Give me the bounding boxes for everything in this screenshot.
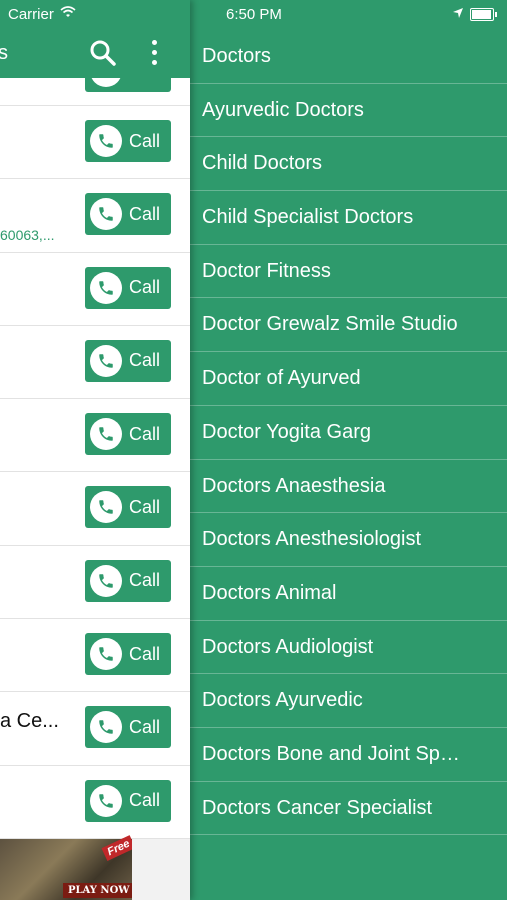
list-item[interactable]: Call xyxy=(0,399,190,473)
phone-icon xyxy=(90,125,122,157)
call-button[interactable]: Call xyxy=(85,706,171,749)
search-icon[interactable] xyxy=(88,38,118,68)
phone-icon xyxy=(90,638,122,671)
list-item[interactable]: Call xyxy=(0,766,190,839)
call-button[interactable]: Call xyxy=(85,193,171,236)
status-bar-right: 6:50 PM xyxy=(190,0,507,30)
location-arrow-icon xyxy=(452,6,464,24)
list-item[interactable]: Call xyxy=(0,472,190,546)
drawer-item[interactable]: Doctors Audiologist xyxy=(190,621,507,675)
list-item[interactable]: 60063,... Call xyxy=(0,179,190,253)
main-panel: Carrier s Call 60063,... Call Call Call … xyxy=(0,0,190,900)
drawer-item[interactable]: Doctors Ayurvedic xyxy=(190,674,507,728)
drawer-item[interactable]: Child Doctors xyxy=(190,137,507,192)
call-label: Call xyxy=(129,570,161,591)
phone-icon xyxy=(90,198,122,231)
page-title: s xyxy=(0,42,8,64)
list-item[interactable]: Call xyxy=(0,619,190,693)
phone-icon xyxy=(90,711,122,744)
call-button[interactable]: Call xyxy=(85,78,171,92)
battery-icon xyxy=(470,8,497,21)
contact-list: Call Call 60063,... Call Call xyxy=(0,78,190,839)
phone-icon xyxy=(90,78,122,87)
call-label: Call xyxy=(129,78,160,82)
list-item[interactable]: Call xyxy=(0,253,190,326)
list-item: Call xyxy=(0,78,190,106)
phone-icon xyxy=(90,784,122,817)
drawer-item[interactable]: Doctor Yogita Garg xyxy=(190,406,507,460)
call-label: Call xyxy=(129,790,161,811)
drawer-item[interactable]: Doctors xyxy=(190,30,507,84)
ad-blank xyxy=(132,839,190,900)
call-label: Call xyxy=(129,350,161,371)
call-label: Call xyxy=(129,203,161,224)
list-item[interactable]: Call xyxy=(0,326,190,400)
drawer-item[interactable]: Doctors Animal xyxy=(190,567,507,621)
phone-icon xyxy=(90,271,122,304)
phone-icon xyxy=(90,344,122,377)
phone-icon xyxy=(90,418,122,451)
call-label: Call xyxy=(129,130,161,151)
drawer-item[interactable]: Doctors Cancer Specialist xyxy=(190,782,507,836)
call-button[interactable]: Call xyxy=(85,559,171,602)
call-label: Call xyxy=(129,643,161,664)
ad-play-now[interactable]: PLAY NOW xyxy=(63,883,135,898)
call-label: Call xyxy=(129,423,161,444)
drawer-item[interactable]: Doctor Grewalz Smile Studio xyxy=(190,298,507,353)
app-bar: Carrier s xyxy=(0,0,190,78)
list-item[interactable]: Call xyxy=(0,546,190,620)
call-button[interactable]: Call xyxy=(85,413,171,456)
drawer-list: Doctors Ayurvedic Doctors Child Doctors … xyxy=(190,30,507,836)
drawer-item[interactable]: Doctors Anesthesiologist xyxy=(190,513,507,567)
drawer-item[interactable]: Doctor of Ayurved xyxy=(190,352,507,406)
call-button[interactable]: Call xyxy=(85,339,171,382)
category-drawer: 6:50 PM Doctors Ayurvedic Doctors Child … xyxy=(190,0,507,900)
call-label: Call xyxy=(129,277,161,298)
drawer-item[interactable]: Doctors Anaesthesia xyxy=(190,460,507,514)
call-button[interactable]: Call xyxy=(85,633,171,676)
phone-icon xyxy=(90,491,122,524)
call-button[interactable]: Call xyxy=(85,120,171,162)
list-item[interactable]: Call xyxy=(0,106,190,180)
ad-banner[interactable]: Free PLAY NOW xyxy=(0,835,190,900)
call-label: Call xyxy=(129,716,161,737)
listing-name: a Ce... xyxy=(0,710,59,733)
wifi-icon xyxy=(60,5,76,23)
status-carrier: Carrier xyxy=(8,6,54,23)
call-label: Call xyxy=(129,496,161,517)
drawer-item[interactable]: Doctor Fitness xyxy=(190,245,507,299)
call-button[interactable]: Call xyxy=(85,486,171,529)
drawer-item[interactable]: Doctors Bone and Joint Sp… xyxy=(190,728,507,782)
call-button[interactable]: Call xyxy=(85,266,171,309)
list-item[interactable]: a Ce... Call xyxy=(0,692,190,766)
drawer-item[interactable]: Ayurvedic Doctors xyxy=(190,84,507,138)
status-time: 6:50 PM xyxy=(226,6,282,23)
phone-icon xyxy=(90,564,122,597)
call-button[interactable]: Call xyxy=(85,779,171,822)
drawer-item[interactable]: Child Specialist Doctors xyxy=(190,191,507,245)
address-text: 60063,... xyxy=(0,227,55,244)
more-vert-icon[interactable] xyxy=(144,38,164,68)
